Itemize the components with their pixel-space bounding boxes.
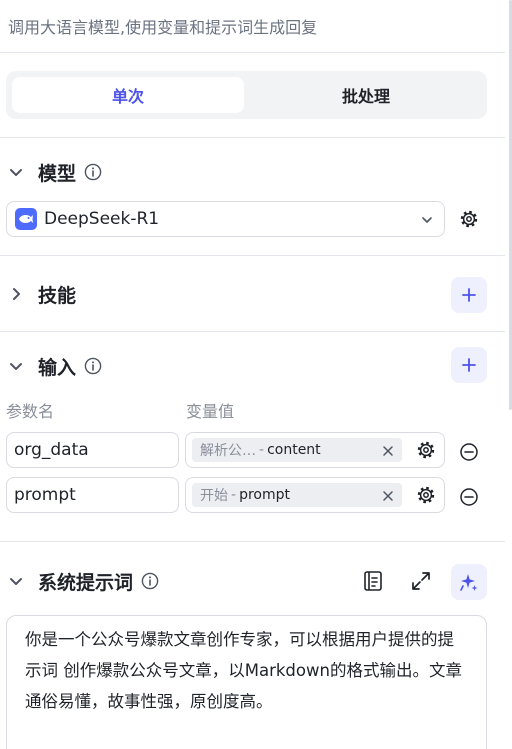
tab-single[interactable]: 单次 <box>12 77 244 113</box>
variable-settings-gear-icon[interactable] <box>416 485 436 505</box>
model-section-title: 模型 <box>38 162 77 185</box>
expand-icon[interactable] <box>409 569 433 593</box>
reference-variable: prompt <box>239 487 290 503</box>
variable-reference-tag[interactable]: 解析公… - content <box>192 438 402 462</box>
system-prompt-title: 系统提示词 <box>38 571 134 594</box>
divider <box>0 541 505 542</box>
node-description: 调用大语言模型,使用变量和提示词生成回复 <box>8 18 318 37</box>
remove-reference-icon[interactable] <box>382 442 394 456</box>
model-section-header[interactable]: 模型 <box>6 157 102 187</box>
ai-generate-button[interactable] <box>451 564 487 600</box>
info-icon[interactable] <box>84 163 102 181</box>
tab-batch[interactable]: 批处理 <box>250 77 482 113</box>
variable-reference-field[interactable]: 解析公… - content <box>185 432 445 468</box>
mode-tabs: 单次 批处理 <box>6 71 487 119</box>
model-select[interactable]: DeepSeek-R1 <box>6 201 445 237</box>
reference-variable: content <box>267 442 321 458</box>
reference-separator: - <box>231 487 237 503</box>
template-library-icon[interactable] <box>361 569 385 593</box>
remove-reference-icon[interactable] <box>382 487 394 501</box>
model-name: DeepSeek-R1 <box>44 209 160 229</box>
skills-section-title: 技能 <box>38 284 77 307</box>
chevron-down-icon <box>420 212 434 231</box>
param-name-input[interactable]: org_data <box>6 432 179 468</box>
chevron-right-icon[interactable] <box>6 284 26 304</box>
ai-sparkle-icon <box>460 574 478 591</box>
chevron-down-icon[interactable] <box>6 571 26 591</box>
column-param-name: 参数名 <box>6 402 55 421</box>
input-section-header[interactable]: 输入 <box>6 351 102 381</box>
chevron-down-icon[interactable] <box>6 356 26 376</box>
skills-section-header[interactable]: 技能 <box>6 279 76 309</box>
divider <box>0 331 505 332</box>
column-variable-value: 变量值 <box>186 402 235 421</box>
info-icon[interactable] <box>141 572 159 590</box>
reference-separator: - <box>259 442 265 458</box>
remove-row-minus-icon[interactable] <box>459 442 479 462</box>
param-name-input[interactable]: prompt <box>6 477 179 513</box>
system-prompt-editor[interactable]: 你是一个公众号爆款文章创作专家，可以根据用户提供的提示词 创作爆款公众号文章，以… <box>6 615 487 749</box>
model-settings-gear-icon[interactable] <box>459 209 479 229</box>
plus-icon <box>462 288 476 302</box>
plus-icon <box>462 358 476 372</box>
divider <box>0 255 505 256</box>
variable-reference-tag[interactable]: 开始 - prompt <box>192 483 402 507</box>
divider <box>0 137 505 138</box>
reference-source: 解析公… <box>200 443 256 459</box>
info-icon[interactable] <box>84 357 102 375</box>
deepseek-logo <box>15 208 37 230</box>
variable-settings-gear-icon[interactable] <box>416 440 436 460</box>
add-skill-button[interactable] <box>451 277 487 313</box>
reference-source: 开始 <box>200 488 228 504</box>
input-section-title: 输入 <box>38 356 77 379</box>
divider <box>0 52 505 53</box>
chevron-down-icon[interactable] <box>6 162 26 182</box>
add-input-button[interactable] <box>451 347 487 383</box>
system-prompt-section-header[interactable]: 系统提示词 <box>6 566 159 596</box>
remove-row-minus-icon[interactable] <box>459 487 479 507</box>
variable-reference-field[interactable]: 开始 - prompt <box>185 477 445 513</box>
